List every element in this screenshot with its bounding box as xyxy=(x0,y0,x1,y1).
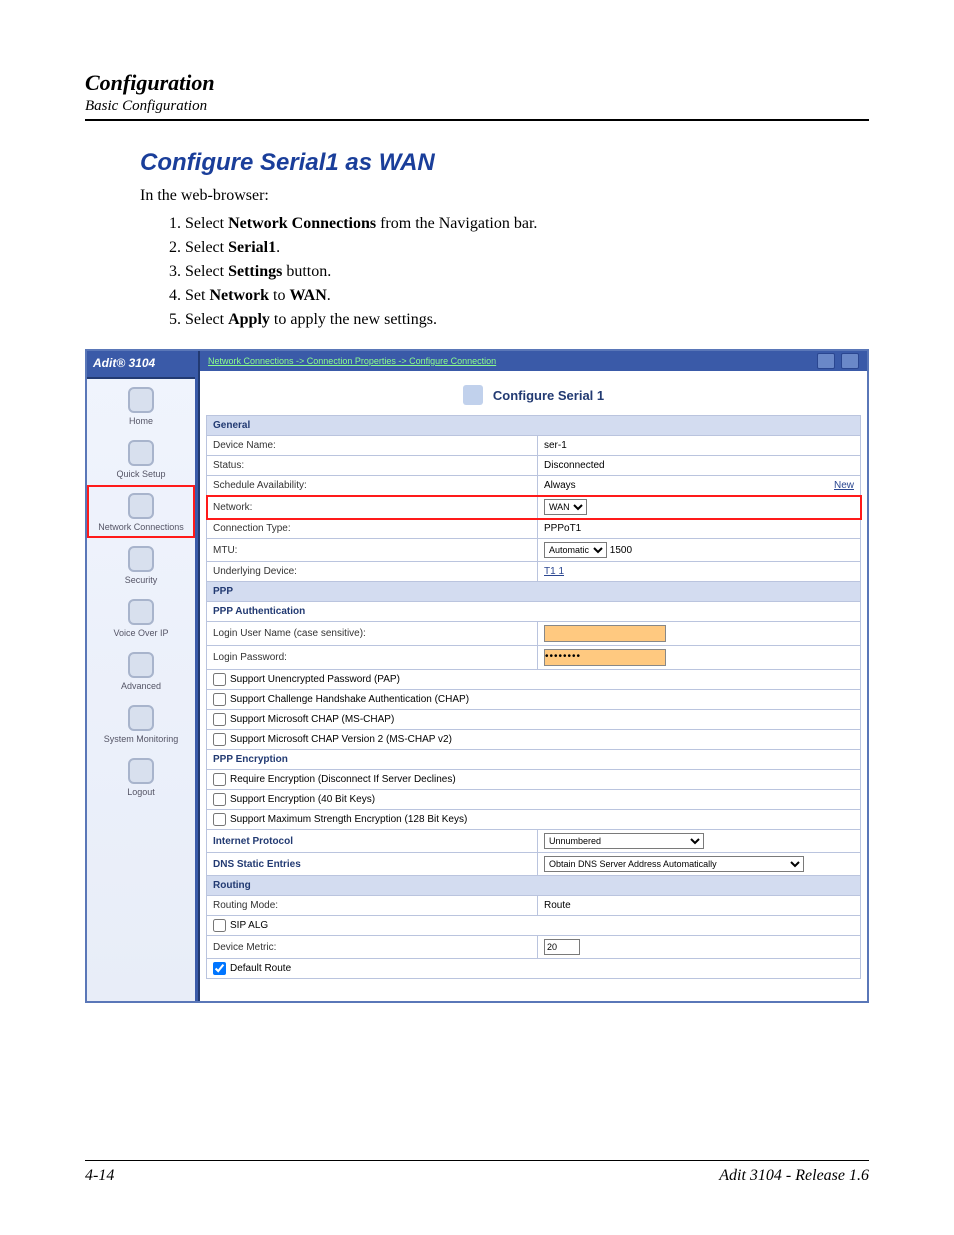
mschap2-checkbox[interactable] xyxy=(213,733,226,746)
metric-input[interactable] xyxy=(544,939,580,955)
row-sip-alg: SIP ALG xyxy=(207,916,861,936)
home-icon xyxy=(128,387,154,413)
dns-select[interactable]: Obtain DNS Server Address Automatically xyxy=(544,856,804,872)
sidebar-item-system-monitoring[interactable]: System Monitoring xyxy=(87,697,195,750)
sipalg-checkbox[interactable] xyxy=(213,919,226,932)
network-select[interactable]: WAN xyxy=(544,499,587,515)
breadcrumb-bar: Network Connections -> Connection Proper… xyxy=(200,351,867,371)
row-network: Network:WAN xyxy=(207,496,861,519)
voip-icon xyxy=(128,599,154,625)
row-opt-pap: Support Unencrypted Password (PAP) xyxy=(207,670,861,690)
sidebar-item-voip[interactable]: Voice Over IP xyxy=(87,591,195,644)
product-logo: Adit® 3104 xyxy=(87,351,195,379)
intro-text: In the web-browser: xyxy=(140,187,869,205)
general-section-header: General xyxy=(207,416,861,436)
config-table: General Device Name:ser-1 Status:Disconn… xyxy=(206,415,861,979)
reqenc-checkbox[interactable] xyxy=(213,773,226,786)
sidebar-item-security[interactable]: Security xyxy=(87,538,195,591)
router-ui-screenshot: Adit® 3104 Home Quick Setup Network Conn… xyxy=(85,349,869,1003)
header-subtitle: Basic Configuration xyxy=(85,98,869,115)
logout-icon xyxy=(128,758,154,784)
header-title: Configuration xyxy=(85,70,869,96)
security-icon xyxy=(128,546,154,572)
breadcrumb[interactable]: Network Connections -> Connection Proper… xyxy=(208,356,496,366)
mtu-value: 1500 xyxy=(610,545,632,556)
underlying-link: T1 1 xyxy=(544,566,564,577)
row-opt-reqenc: Require Encryption (Disconnect If Server… xyxy=(207,770,861,790)
doc-footer: 4-14 Adit 3104 - Release 1.6 xyxy=(85,1160,869,1185)
row-schedule: Schedule Availability:AlwaysNew xyxy=(207,476,861,496)
chap-checkbox[interactable] xyxy=(213,693,226,706)
row-opt-mschap2: Support Microsoft CHAP Version 2 (MS-CHA… xyxy=(207,730,861,750)
sidebar-item-quick-setup[interactable]: Quick Setup xyxy=(87,432,195,485)
row-opt-chap: Support Challenge Handshake Authenticati… xyxy=(207,690,861,710)
internet-protocol-select[interactable]: Unnumbered xyxy=(544,833,704,849)
sidebar-item-network-connections[interactable]: Network Connections xyxy=(87,485,195,538)
row-status: Status:Disconnected xyxy=(207,456,861,476)
row-ppp-enc: PPP Encryption xyxy=(207,750,861,770)
sidebar-item-logout[interactable]: Logout xyxy=(87,750,195,803)
row-default-route: Default Route xyxy=(207,959,861,979)
pap-checkbox[interactable] xyxy=(213,673,226,686)
ppp-section-header: PPP xyxy=(207,582,861,602)
sidebar-item-home[interactable]: Home xyxy=(87,379,195,432)
section-heading: Configure Serial1 as WAN xyxy=(140,149,869,177)
row-device-name: Device Name:ser-1 xyxy=(207,436,861,456)
step-1: Select Network Connections from the Navi… xyxy=(185,215,869,233)
quicksetup-icon xyxy=(128,440,154,466)
advanced-icon xyxy=(128,652,154,678)
row-device-metric: Device Metric: xyxy=(207,936,861,959)
enc128-checkbox[interactable] xyxy=(213,813,226,826)
network-icon xyxy=(128,493,154,519)
row-login-pass: Login Password:•••••••• xyxy=(207,646,861,670)
row-login-user: Login User Name (case sensitive): xyxy=(207,622,861,646)
sidebar: Adit® 3104 Home Quick Setup Network Conn… xyxy=(87,351,198,1001)
row-underlying: Underlying Device:T1 1 xyxy=(207,562,861,582)
doc-header: Configuration Basic Configuration xyxy=(85,70,869,121)
schedule-new-link[interactable]: New xyxy=(834,480,854,491)
login-user-input[interactable] xyxy=(544,625,666,642)
window-icon[interactable] xyxy=(841,353,859,369)
row-routing-mode: Routing Mode:Route xyxy=(207,896,861,916)
step-5: Select Apply to apply the new settings. xyxy=(185,311,869,329)
row-ppp-auth: PPP Authentication xyxy=(207,602,861,622)
instruction-list: Select Network Connections from the Navi… xyxy=(165,215,869,329)
page-number: 4-14 xyxy=(85,1167,114,1185)
default-route-checkbox[interactable] xyxy=(213,962,226,975)
release-label: Adit 3104 - Release 1.6 xyxy=(719,1167,869,1185)
mtu-mode-select[interactable]: Automatic xyxy=(544,542,607,558)
row-mtu: MTU:Automatic 1500 xyxy=(207,539,861,562)
row-opt-mschap: Support Microsoft CHAP (MS-CHAP) xyxy=(207,710,861,730)
step-4: Set Network to WAN. xyxy=(185,287,869,305)
sitemap-icon[interactable] xyxy=(817,353,835,369)
panel-title: Configure Serial 1 xyxy=(200,371,867,415)
row-opt-128bit: Support Maximum Strength Encryption (128… xyxy=(207,810,861,830)
row-conn-type: Connection Type:PPPoT1 xyxy=(207,519,861,539)
row-dns: DNS Static EntriesObtain DNS Server Addr… xyxy=(207,853,861,876)
main-panel: Network Connections -> Connection Proper… xyxy=(198,351,867,1001)
monitoring-icon xyxy=(128,705,154,731)
step-2: Select Serial1. xyxy=(185,239,869,257)
enc40-checkbox[interactable] xyxy=(213,793,226,806)
step-3: Select Settings button. xyxy=(185,263,869,281)
routing-section-header: Routing xyxy=(207,876,861,896)
row-internet-protocol: Internet ProtocolUnnumbered xyxy=(207,830,861,853)
row-opt-40bit: Support Encryption (40 Bit Keys) xyxy=(207,790,861,810)
sidebar-item-advanced[interactable]: Advanced xyxy=(87,644,195,697)
serial-icon xyxy=(463,385,483,405)
mschap-checkbox[interactable] xyxy=(213,713,226,726)
login-pass-input[interactable]: •••••••• xyxy=(544,649,666,666)
